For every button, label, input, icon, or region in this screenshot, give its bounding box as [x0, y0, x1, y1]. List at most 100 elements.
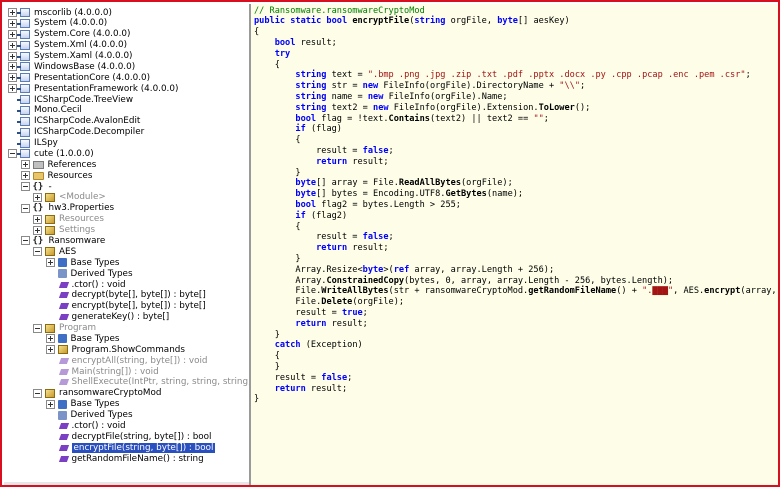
expand-icon[interactable]	[8, 73, 17, 83]
tree-node-program-encryptall[interactable]: encryptAll(string, byte[]) : void	[46, 355, 207, 366]
tree-node-aes[interactable]: AES	[33, 246, 76, 257]
tree-node-hw3-settings[interactable]: Settings	[33, 225, 95, 236]
tree-node-hw3-resources[interactable]: Resources	[33, 214, 104, 225]
namespace-icon: {}	[32, 203, 44, 214]
tree-node-ilspy[interactable]: ILSpy	[8, 138, 58, 149]
tree-node-label: Main(string[]) : void	[71, 366, 159, 377]
code-line: return result;	[254, 243, 388, 254]
tree-horizontal-scrollbar[interactable]	[4, 482, 249, 485]
tree-node-label: generateKey() : byte[]	[71, 312, 170, 323]
tree-node-references[interactable]: References	[20, 159, 96, 170]
assembly-icon	[17, 18, 30, 28]
tree-node-program[interactable]: Program	[33, 323, 96, 334]
code-token: ""	[533, 113, 544, 124]
tree-node-aes-decrypt[interactable]: decrypt(byte[], byte[]) : byte[]	[46, 290, 206, 301]
tree-node-program-showcommands[interactable]: Program.ShowCommands	[45, 344, 185, 355]
collapse-icon[interactable]	[8, 149, 17, 159]
decompiled-code-panel[interactable]: // Ransomware.ransomwareCryptoMod public …	[251, 4, 778, 485]
expand-icon[interactable]	[8, 29, 17, 39]
code-token: (orgFile);	[352, 297, 405, 308]
tree-node-rcm-decryptfile[interactable]: decryptFile(string, byte[]) : bool	[46, 431, 211, 442]
folder-icon	[32, 171, 44, 180]
expand-icon[interactable]	[45, 334, 55, 344]
expand-icon[interactable]	[45, 258, 55, 268]
tree-node-windowsbase[interactable]: WindowsBase (4.0.0.0)	[8, 61, 135, 72]
tree-node-rcm-encryptfile[interactable]: encryptFile(string, byte[]) : bool	[46, 442, 216, 453]
collapse-icon[interactable]	[20, 203, 30, 213]
tree-node-aes-encrypt[interactable]: encrypt(byte[], byte[]) : byte[]	[46, 301, 206, 312]
tree-node-resources[interactable]: Resources	[20, 170, 92, 181]
tree-node-presentationframework[interactable]: PresentationFramework (4.0.0.0)	[8, 83, 178, 94]
tree-node-mscorlib[interactable]: mscorlib (4.0.0.0)	[8, 7, 112, 18]
expand-icon[interactable]	[45, 399, 55, 409]
tree-node-system-xaml[interactable]: System.Xaml (4.0.0.0)	[8, 51, 132, 62]
tree-node-aes-generatekey[interactable]: generateKey() : byte[]	[46, 312, 170, 323]
tree-node-program-basetypes[interactable]: Base Types	[45, 333, 120, 344]
code-line: string str = new FileInfo(orgFile).Direc…	[254, 81, 585, 92]
expand-icon[interactable]	[45, 345, 55, 355]
tree-node-ns-ransomware[interactable]: {} Ransomware	[20, 235, 105, 246]
code-token: (str + ransomwareCryptoMod.	[388, 286, 529, 297]
code-token: string	[414, 16, 446, 27]
code-token: encryptFile	[352, 16, 410, 27]
tree-node-ns-dash[interactable]: {} -	[20, 181, 52, 192]
collapse-icon[interactable]	[20, 236, 30, 246]
tree-node-rcm[interactable]: ransomwareCryptoMod	[33, 388, 161, 399]
code-line: return result;	[254, 157, 388, 168]
tree-node-hw3-properties[interactable]: {} hw3.Properties	[20, 203, 114, 214]
tree-node-aes-basetypes[interactable]: Base Types	[45, 257, 120, 268]
collapse-icon[interactable]	[20, 182, 30, 192]
tree-node-presentationcore[interactable]: PresentationCore (4.0.0.0)	[8, 72, 150, 83]
expand-icon[interactable]	[20, 171, 30, 181]
expand-icon[interactable]	[33, 214, 42, 224]
tree-node-module[interactable]: <Module>	[33, 192, 106, 203]
tree-node-aes-derivedtypes[interactable]: Derived Types	[46, 268, 133, 279]
tree-node-monocecil[interactable]: Mono.Cecil	[8, 105, 82, 116]
expand-icon[interactable]	[8, 8, 17, 17]
expand-icon[interactable]	[8, 62, 17, 72]
expand-icon[interactable]	[8, 18, 17, 28]
code-token: ;	[347, 372, 353, 383]
code-token: name =	[326, 91, 368, 102]
collapse-icon[interactable]	[33, 247, 42, 257]
expand-icon[interactable]	[20, 160, 30, 170]
assembly-icon	[17, 138, 30, 148]
code-line: try	[254, 49, 291, 60]
tree-node-program-shellexecute[interactable]: ShellExecute(IntPtr, string, string, str…	[46, 377, 249, 388]
tree-node-label: .ctor() : void	[71, 420, 126, 431]
tree-node-decompiler[interactable]: ICSharpCode.Decompiler	[8, 127, 144, 138]
tree-node-system[interactable]: System (4.0.0.0)	[8, 18, 107, 29]
code-token: [] array = File.	[316, 178, 399, 189]
tree-node-program-main[interactable]: Main(string[]) : void	[46, 366, 159, 377]
tree-node-rcm-ctor[interactable]: .ctor() : void	[46, 420, 126, 431]
code-token: (orgFile);	[461, 178, 513, 189]
expand-icon[interactable]	[33, 225, 42, 235]
code-token: {	[254, 27, 260, 38]
tree-node-system-core[interactable]: System.Core (4.0.0.0)	[8, 29, 130, 40]
tree-node-label: -	[48, 181, 52, 192]
tree-node-treeview[interactable]: ICSharpCode.TreeView	[8, 94, 133, 105]
expand-icon[interactable]	[8, 84, 17, 94]
tree-node-cute[interactable]: cute (1.0.0.0)	[8, 148, 94, 159]
tree-node-system-xml[interactable]: System.Xml (4.0.0.0)	[8, 40, 127, 51]
assembly-tree-panel[interactable]: mscorlib (4.0.0.0) System (4.0.0.0) System…	[4, 4, 249, 485]
code-token: return	[316, 243, 348, 254]
tree-node-aes-ctor[interactable]: .ctor() : void	[46, 279, 126, 290]
expand-icon[interactable]	[33, 192, 42, 202]
tree-node-label: WindowsBase (4.0.0.0)	[34, 61, 136, 72]
tree-node-rcm-getrandomfilename[interactable]: getRandomFileName() : string	[46, 453, 204, 464]
code-token: new	[373, 102, 389, 113]
tree-node-avalonedit[interactable]: ICSharpCode.AvalonEdit	[8, 116, 140, 127]
collapse-icon[interactable]	[33, 388, 42, 398]
tree-node-rcm-derivedtypes[interactable]: Derived Types	[46, 410, 133, 421]
code-token: result;	[326, 318, 368, 329]
code-token: }	[254, 361, 280, 372]
tree-node-rcm-basetypes[interactable]: Base Types	[45, 399, 120, 410]
code-token: bool	[295, 113, 317, 124]
tree-node-label: AES	[59, 246, 77, 257]
collapse-icon[interactable]	[33, 323, 42, 333]
expand-icon[interactable]	[8, 40, 17, 50]
code-token: catch	[274, 340, 301, 351]
expand-icon[interactable]	[8, 51, 17, 61]
